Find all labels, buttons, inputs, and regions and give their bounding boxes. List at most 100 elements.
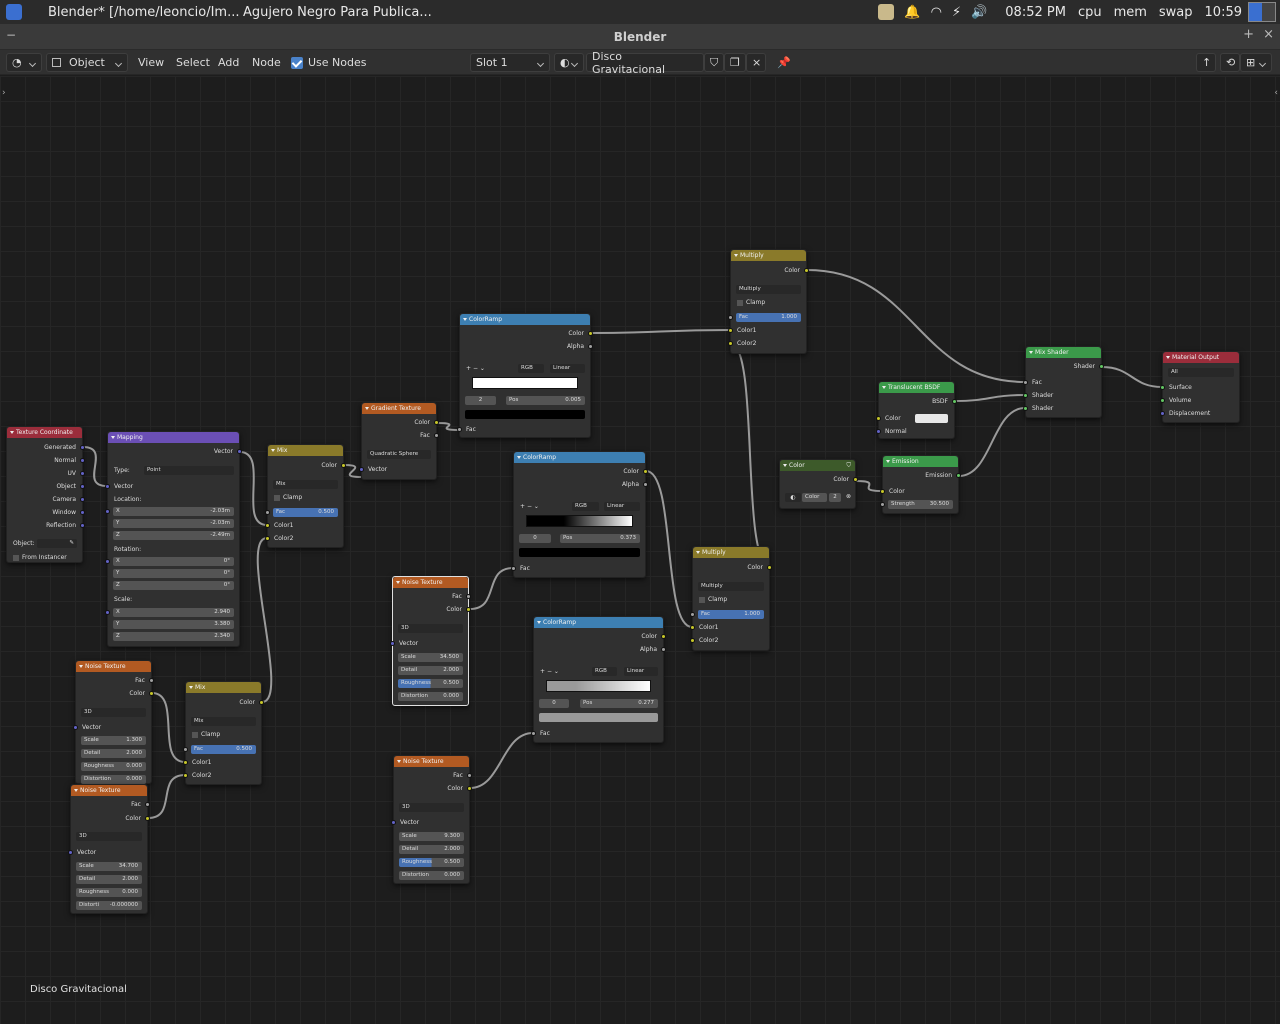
socket-color1[interactable] <box>265 523 270 528</box>
socket-color-out[interactable] <box>661 634 666 639</box>
detail-field[interactable]: Detail 2.000 <box>81 749 146 758</box>
material-name-field[interactable]: Disco Gravitacional <box>586 50 704 76</box>
close-icon[interactable]: × <box>1263 27 1274 42</box>
roughness-field[interactable]: Roughness 0.500 <box>399 858 464 867</box>
clipboard-icon[interactable] <box>878 4 895 20</box>
users-count[interactable]: 2 <box>829 493 841 502</box>
socket-surface-in[interactable] <box>1160 385 1165 390</box>
fac-slider[interactable]: Fac 0.500 <box>191 745 256 754</box>
sidebar-expand-icon[interactable]: ‹ <box>1274 88 1278 98</box>
socket-displacement-in[interactable] <box>1160 411 1165 416</box>
interpolation-dropdown[interactable]: Linear <box>550 364 585 373</box>
socket-color-out[interactable] <box>804 268 809 273</box>
workspace-switcher[interactable] <box>1248 2 1276 22</box>
target-dropdown[interactable]: All <box>1168 368 1234 377</box>
socket-object[interactable] <box>80 484 85 489</box>
fake-user-icon[interactable]: ⛉ <box>846 460 851 471</box>
material-browse-button[interactable]: ◐ <box>554 53 584 72</box>
node-multiply-2[interactable]: Multiply Color Multiply Clamp Fac 1.000 C… <box>690 546 772 651</box>
clamp-checkbox[interactable]: Clamp <box>693 595 769 604</box>
socket-color1[interactable] <box>690 625 695 630</box>
node-header[interactable]: ColorRamp <box>514 452 645 463</box>
socket-fac-in[interactable] <box>531 731 536 736</box>
clamp-checkbox[interactable]: Clamp <box>186 730 261 739</box>
socket-uv[interactable] <box>80 471 85 476</box>
detail-field[interactable]: Detail 2.000 <box>398 666 463 675</box>
socket-normal[interactable] <box>80 458 85 463</box>
node-colorramp-3[interactable]: ColorRamp Color Alpha + − ⌄ RGB Linear 0… <box>531 616 666 743</box>
distortion-field[interactable]: Distortion 0.000 <box>81 775 146 784</box>
stop-color-swatch[interactable] <box>519 548 640 557</box>
node-colorramp-2[interactable]: ColorRamp Color Alpha + − ⌄ RGB Linear 0… <box>511 451 648 578</box>
remove-stop-icon[interactable]: − <box>473 365 480 372</box>
node-header[interactable]: Noise Texture <box>71 785 147 796</box>
node-header[interactable]: Mapping <box>108 432 239 443</box>
stop-position-field[interactable]: Pos 0.005 <box>506 396 585 405</box>
node-gradient-texture[interactable]: Gradient Texture Color Fac Quadratic Sph… <box>359 402 439 480</box>
node-editor-canvas[interactable]: › ‹ Texture Coordinate Generated Normal … <box>0 76 1280 1024</box>
color-mode-dropdown[interactable]: RGB <box>572 502 599 511</box>
stop-position-field[interactable]: Pos 0.373 <box>560 534 640 543</box>
pin-button[interactable]: 📌 <box>772 53 796 72</box>
socket-fac[interactable] <box>728 315 733 320</box>
socket-color-out[interactable] <box>341 463 346 468</box>
toolbar-expand-icon[interactable]: › <box>2 88 6 98</box>
ramp-menu-icon[interactable]: ⌄ <box>554 668 559 675</box>
socket-shader1-in[interactable] <box>1023 393 1028 398</box>
socket-camera[interactable] <box>80 497 85 502</box>
color-mode-dropdown[interactable]: RGB <box>518 364 544 373</box>
stop-color-swatch[interactable] <box>465 410 585 419</box>
clock[interactable]: 08:52 PM <box>999 0 1072 24</box>
socket-alpha-out[interactable] <box>588 344 593 349</box>
node-header[interactable]: Gradient Texture <box>362 403 436 414</box>
fac-slider[interactable]: Fac 0.500 <box>273 508 338 517</box>
socket-color2[interactable] <box>183 773 188 778</box>
remove-stop-icon[interactable]: − <box>527 503 534 510</box>
socket-vector-in[interactable] <box>73 725 78 730</box>
socket-fac[interactable] <box>690 612 695 617</box>
socket-color2[interactable] <box>265 536 270 541</box>
socket-emission-out[interactable] <box>956 473 961 478</box>
blend-type-dropdown[interactable]: Multiply <box>698 582 764 591</box>
color-ramp-gradient[interactable] <box>546 680 651 692</box>
strength-field[interactable]: Strength 30.500 <box>888 500 953 509</box>
mapping-type-dropdown[interactable]: Point <box>144 466 234 475</box>
socket-color-out[interactable] <box>434 420 439 425</box>
scale-field[interactable]: Scale 34.700 <box>76 862 142 871</box>
node-emission[interactable]: Emission Emission Color Strength 30.500 <box>880 455 961 514</box>
socket-fac-out[interactable] <box>145 802 150 807</box>
socket-color-out[interactable] <box>853 477 858 482</box>
detail-field[interactable]: Detail 2.000 <box>76 875 142 884</box>
socket-color2[interactable] <box>690 638 695 643</box>
socket-bsdf-out[interactable] <box>952 399 957 404</box>
distortion-field[interactable]: Distorti -0.000000 <box>76 901 142 910</box>
dimensions-dropdown[interactable]: 3D <box>399 803 464 812</box>
node-header[interactable]: Multiply <box>731 250 806 261</box>
node-texture-coordinate[interactable]: Texture Coordinate Generated Normal UV O… <box>6 426 85 563</box>
menu-node[interactable]: Node <box>248 53 285 72</box>
node-multiply-1[interactable]: Multiply Color Multiply Clamp Fac 1.000 C… <box>728 249 809 354</box>
object-type-dropdown[interactable]: Object <box>46 53 128 72</box>
scale-z-field[interactable]: Z 2.340 <box>113 632 234 641</box>
socket-color-out[interactable] <box>767 565 772 570</box>
node-header[interactable]: Noise Texture <box>394 756 469 767</box>
socket-color-out[interactable] <box>466 607 471 612</box>
socket-color-out[interactable] <box>259 700 264 705</box>
socket-window[interactable] <box>80 510 85 515</box>
add-stop-icon[interactable]: + <box>466 365 473 372</box>
node-colorramp-1[interactable]: ColorRamp Color Alpha + − ⌄ RGB Linear 2… <box>457 313 593 438</box>
socket-strength-in[interactable] <box>880 502 885 507</box>
scale-y-field[interactable]: Y 3.380 <box>113 620 234 629</box>
add-stop-icon[interactable]: + <box>520 503 527 510</box>
node-header[interactable]: Mix <box>186 682 261 693</box>
socket-color2[interactable] <box>728 341 733 346</box>
wifi-icon[interactable]: ◠ <box>931 5 942 20</box>
dimensions-dropdown[interactable]: 3D <box>398 624 463 633</box>
node-translucent-bsdf[interactable]: Translucent BSDF BSDF Color Normal <box>876 381 957 439</box>
color-selector[interactable]: ◐ <box>785 493 801 502</box>
stop-index-field[interactable]: 0 <box>519 534 551 543</box>
socket-fac-in[interactable] <box>1023 380 1028 385</box>
taskbar-blender-window[interactable]: Blender* [/home/leoncio/Im... <box>35 0 239 24</box>
socket-alpha-out[interactable] <box>643 482 648 487</box>
stop-color-swatch[interactable] <box>539 713 658 722</box>
